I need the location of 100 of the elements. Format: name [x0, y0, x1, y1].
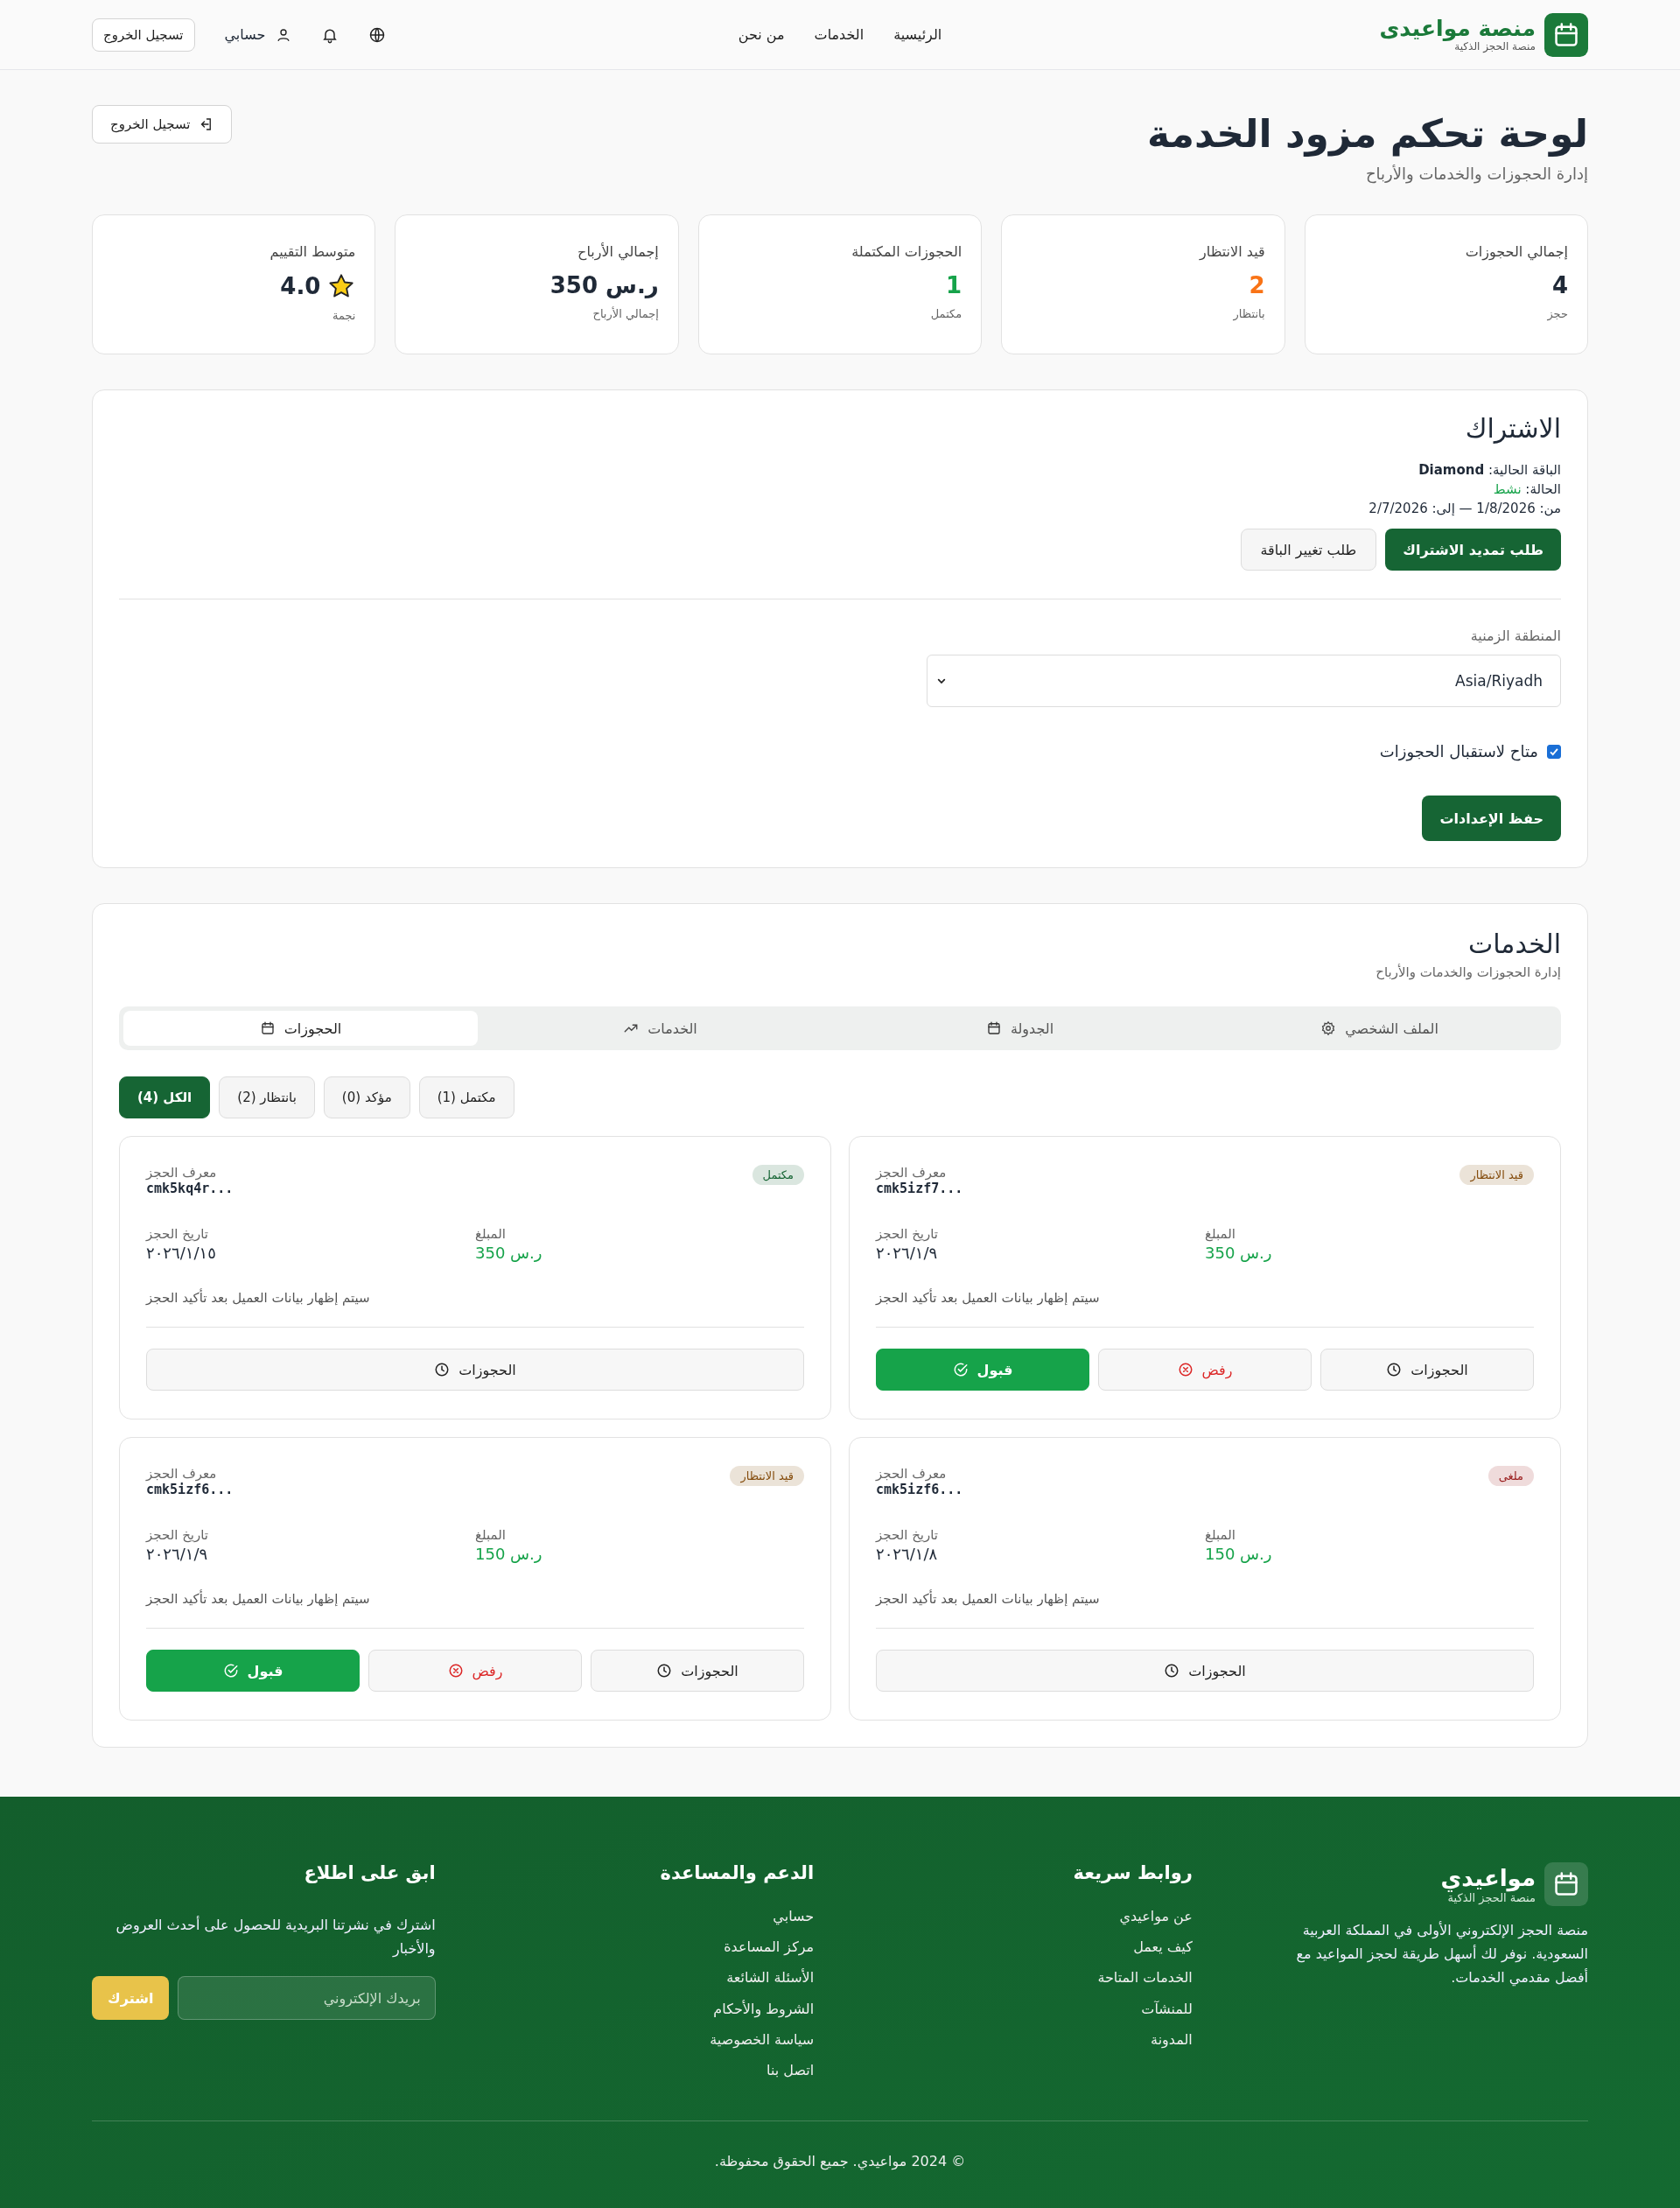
booking-note: سيتم إظهار بيانات العميل بعد تأكيد الحجز [146, 1290, 370, 1307]
reject-button[interactable]: رفض [1098, 1349, 1312, 1391]
booking-id: cmk5izf7... [876, 1181, 963, 1197]
period-line: من: 1/8/2026 — إلى: 2/7/2026 [1368, 499, 1561, 518]
footer-link[interactable]: حسابي [773, 1901, 815, 1932]
status-badge: مكتمل [752, 1165, 804, 1186]
stat-label: إجمالي الحجوزات [1465, 243, 1568, 260]
x-circle-icon [447, 1663, 464, 1679]
section-title: الخدمات [1467, 929, 1561, 960]
date-value: ٢٠٢٦/١/٩ [876, 1244, 938, 1263]
booking-note: سيتم إظهار بيانات العميل بعد تأكيد الحجز [876, 1591, 1100, 1608]
filter-chip[interactable]: مؤكد (0) [323, 1076, 410, 1119]
section-subtitle: إدارة الحجوزات والخدمات والأرباح [1376, 964, 1561, 981]
date-value: ٢٠٢٦/١/١٥ [146, 1244, 216, 1263]
section-title: الاشتراك [1465, 413, 1561, 444]
stat-label: الحجوزات المكتملة [851, 243, 962, 260]
bookings-button[interactable]: الحجوزات [146, 1349, 804, 1391]
stat-label: إجمالي الأرباح [578, 243, 659, 260]
field-label: المبلغ [1205, 1527, 1236, 1544]
tab[interactable]: الملف الشخصي [1202, 1011, 1557, 1047]
reject-button[interactable]: رفض [368, 1650, 582, 1693]
save-button[interactable]: حفظ الإعدادات [1422, 796, 1561, 842]
field-label: تاريخ الحجز [146, 1226, 208, 1243]
status-badge: قيد الانتظار [730, 1466, 804, 1487]
stat-caption: بانتظار [1233, 307, 1265, 320]
brand-name[interactable]: منصة مواعيدى [1379, 16, 1536, 41]
calendar-icon [985, 1020, 1002, 1037]
check-circle-icon [952, 1362, 969, 1378]
status-badge: قيد الانتظار [1460, 1165, 1534, 1186]
footer-link[interactable]: عن مواعيدي [1119, 1901, 1193, 1932]
newsletter-text: اشترك في نشرتنا البريدية للحصول على أحدث العروض والأخبار [115, 1915, 436, 1959]
booking-id: cmk5kq4r... [146, 1181, 234, 1197]
stat-caption: مكتمل [930, 307, 962, 320]
tab[interactable]: الحجوزات [123, 1011, 478, 1047]
copyright: © 2024 مواعيدي. جميع الحقوق محفوظة. [713, 2153, 967, 2170]
nav-link[interactable]: الخدمات [814, 26, 864, 43]
footer-link[interactable]: المدونة [1151, 2023, 1193, 2055]
page-title: لوحة تحكم مزود الخدمة [1147, 110, 1588, 158]
clock-icon [434, 1362, 451, 1378]
clock-icon [1164, 1663, 1180, 1679]
stat-value: 2 [1249, 272, 1265, 298]
field-label: معرف الحجز [146, 1165, 217, 1181]
logout-button[interactable]: تسجيل الخروج [92, 105, 232, 144]
field-label: تاريخ الحجز [146, 1527, 208, 1544]
footer-link[interactable]: الشروط والأحكام [713, 1993, 815, 2024]
footer-link[interactable]: اتصل بنا [766, 2054, 815, 2086]
amount-value: ر.س 350 [475, 1244, 542, 1263]
filter-chip[interactable]: بانتظار (2) [219, 1076, 315, 1119]
calendar-logo-icon [1544, 1862, 1588, 1906]
footer-heading: ابق على اطلاع [304, 1862, 436, 1883]
footer-brand-name: مواعيدي [1440, 1864, 1536, 1891]
field-label: المنطقة الزمنية [1470, 627, 1561, 645]
footer-heading: روابط سريعة [1073, 1862, 1193, 1883]
booking-note: سيتم إظهار بيانات العميل بعد تأكيد الحجز [146, 1591, 370, 1608]
checkbox[interactable] [1547, 744, 1561, 759]
tab[interactable]: الجدولة [843, 1011, 1197, 1047]
field-label: تاريخ الحجز [876, 1527, 938, 1544]
nav-link[interactable]: من نحن [738, 26, 785, 43]
amount-value: ر.س 350 [1205, 1244, 1272, 1263]
date-value: ٢٠٢٦/١/٩ [146, 1545, 208, 1564]
user-icon [276, 26, 292, 43]
field-label: المبلغ [475, 1226, 506, 1243]
calendar-icon [259, 1020, 276, 1037]
page-subtitle: إدارة الحجوزات والخدمات والأرباح [1364, 165, 1588, 183]
bookings-button[interactable]: الحجوزات [591, 1650, 804, 1693]
footer-link[interactable]: الأسئلة الشائعة [726, 1962, 815, 1994]
x-circle-icon [1177, 1362, 1194, 1378]
booking-id: cmk5izf6... [876, 1482, 963, 1498]
footer-link[interactable]: للمنشآت [1141, 1993, 1193, 2024]
change-plan-button[interactable]: طلب تغيير الباقة [1240, 529, 1377, 571]
clock-icon [1386, 1362, 1403, 1378]
amount-value: ر.س 150 [475, 1545, 542, 1564]
field-label: معرف الحجز [146, 1466, 217, 1483]
footer-link[interactable]: مركز المساعدة [724, 1931, 815, 1963]
status-badge: ملغى [1488, 1466, 1534, 1487]
status-line: الحالة: نشط [1492, 480, 1561, 499]
renew-button[interactable]: طلب تمديد الاشتراك [1385, 529, 1561, 571]
footer-link[interactable]: الخدمات المتاحة [1097, 1962, 1193, 1994]
footer-description: منصة الحجز الإلكتروني الأولى في المملكة العربية السعودية. نوفر لك أسهل طريقة لحجز المواعيد مع أفضل مقدمي الخدمات. [1295, 1920, 1588, 1988]
stat-value: 4.0 [280, 273, 321, 299]
footer-link[interactable]: سياسة الخصوصية [710, 2023, 815, 2055]
footer-link[interactable]: كيف يعمل [1133, 1931, 1193, 1963]
logout-button[interactable]: تسجيل الخروج [92, 18, 195, 52]
account-link[interactable]: حسابي [224, 26, 292, 43]
check-circle-icon [222, 1663, 239, 1679]
filter-chip[interactable]: مكتمل (1) [418, 1076, 514, 1119]
stat-caption: إجمالي الأرباح [592, 307, 659, 320]
field-label: معرف الحجز [876, 1466, 947, 1483]
nav-link[interactable]: الرئيسية [893, 26, 942, 43]
stat-caption: نجمة [332, 309, 356, 322]
tab[interactable]: الخدمات [483, 1011, 837, 1047]
filter-chip[interactable]: الكل (4) [119, 1076, 211, 1119]
bookings-button[interactable]: الحجوزات [876, 1650, 1534, 1693]
calendar-logo-icon [1544, 12, 1588, 57]
settings-icon [1320, 1020, 1337, 1037]
globe-icon[interactable] [368, 25, 387, 44]
field-label: معرف الحجز [876, 1165, 947, 1181]
timezone-select[interactable]: Asia/Riyadh [926, 655, 1561, 708]
date-value: ٢٠٢٦/١/٨ [876, 1545, 938, 1564]
bookings-button[interactable]: الحجوزات [1320, 1349, 1534, 1391]
